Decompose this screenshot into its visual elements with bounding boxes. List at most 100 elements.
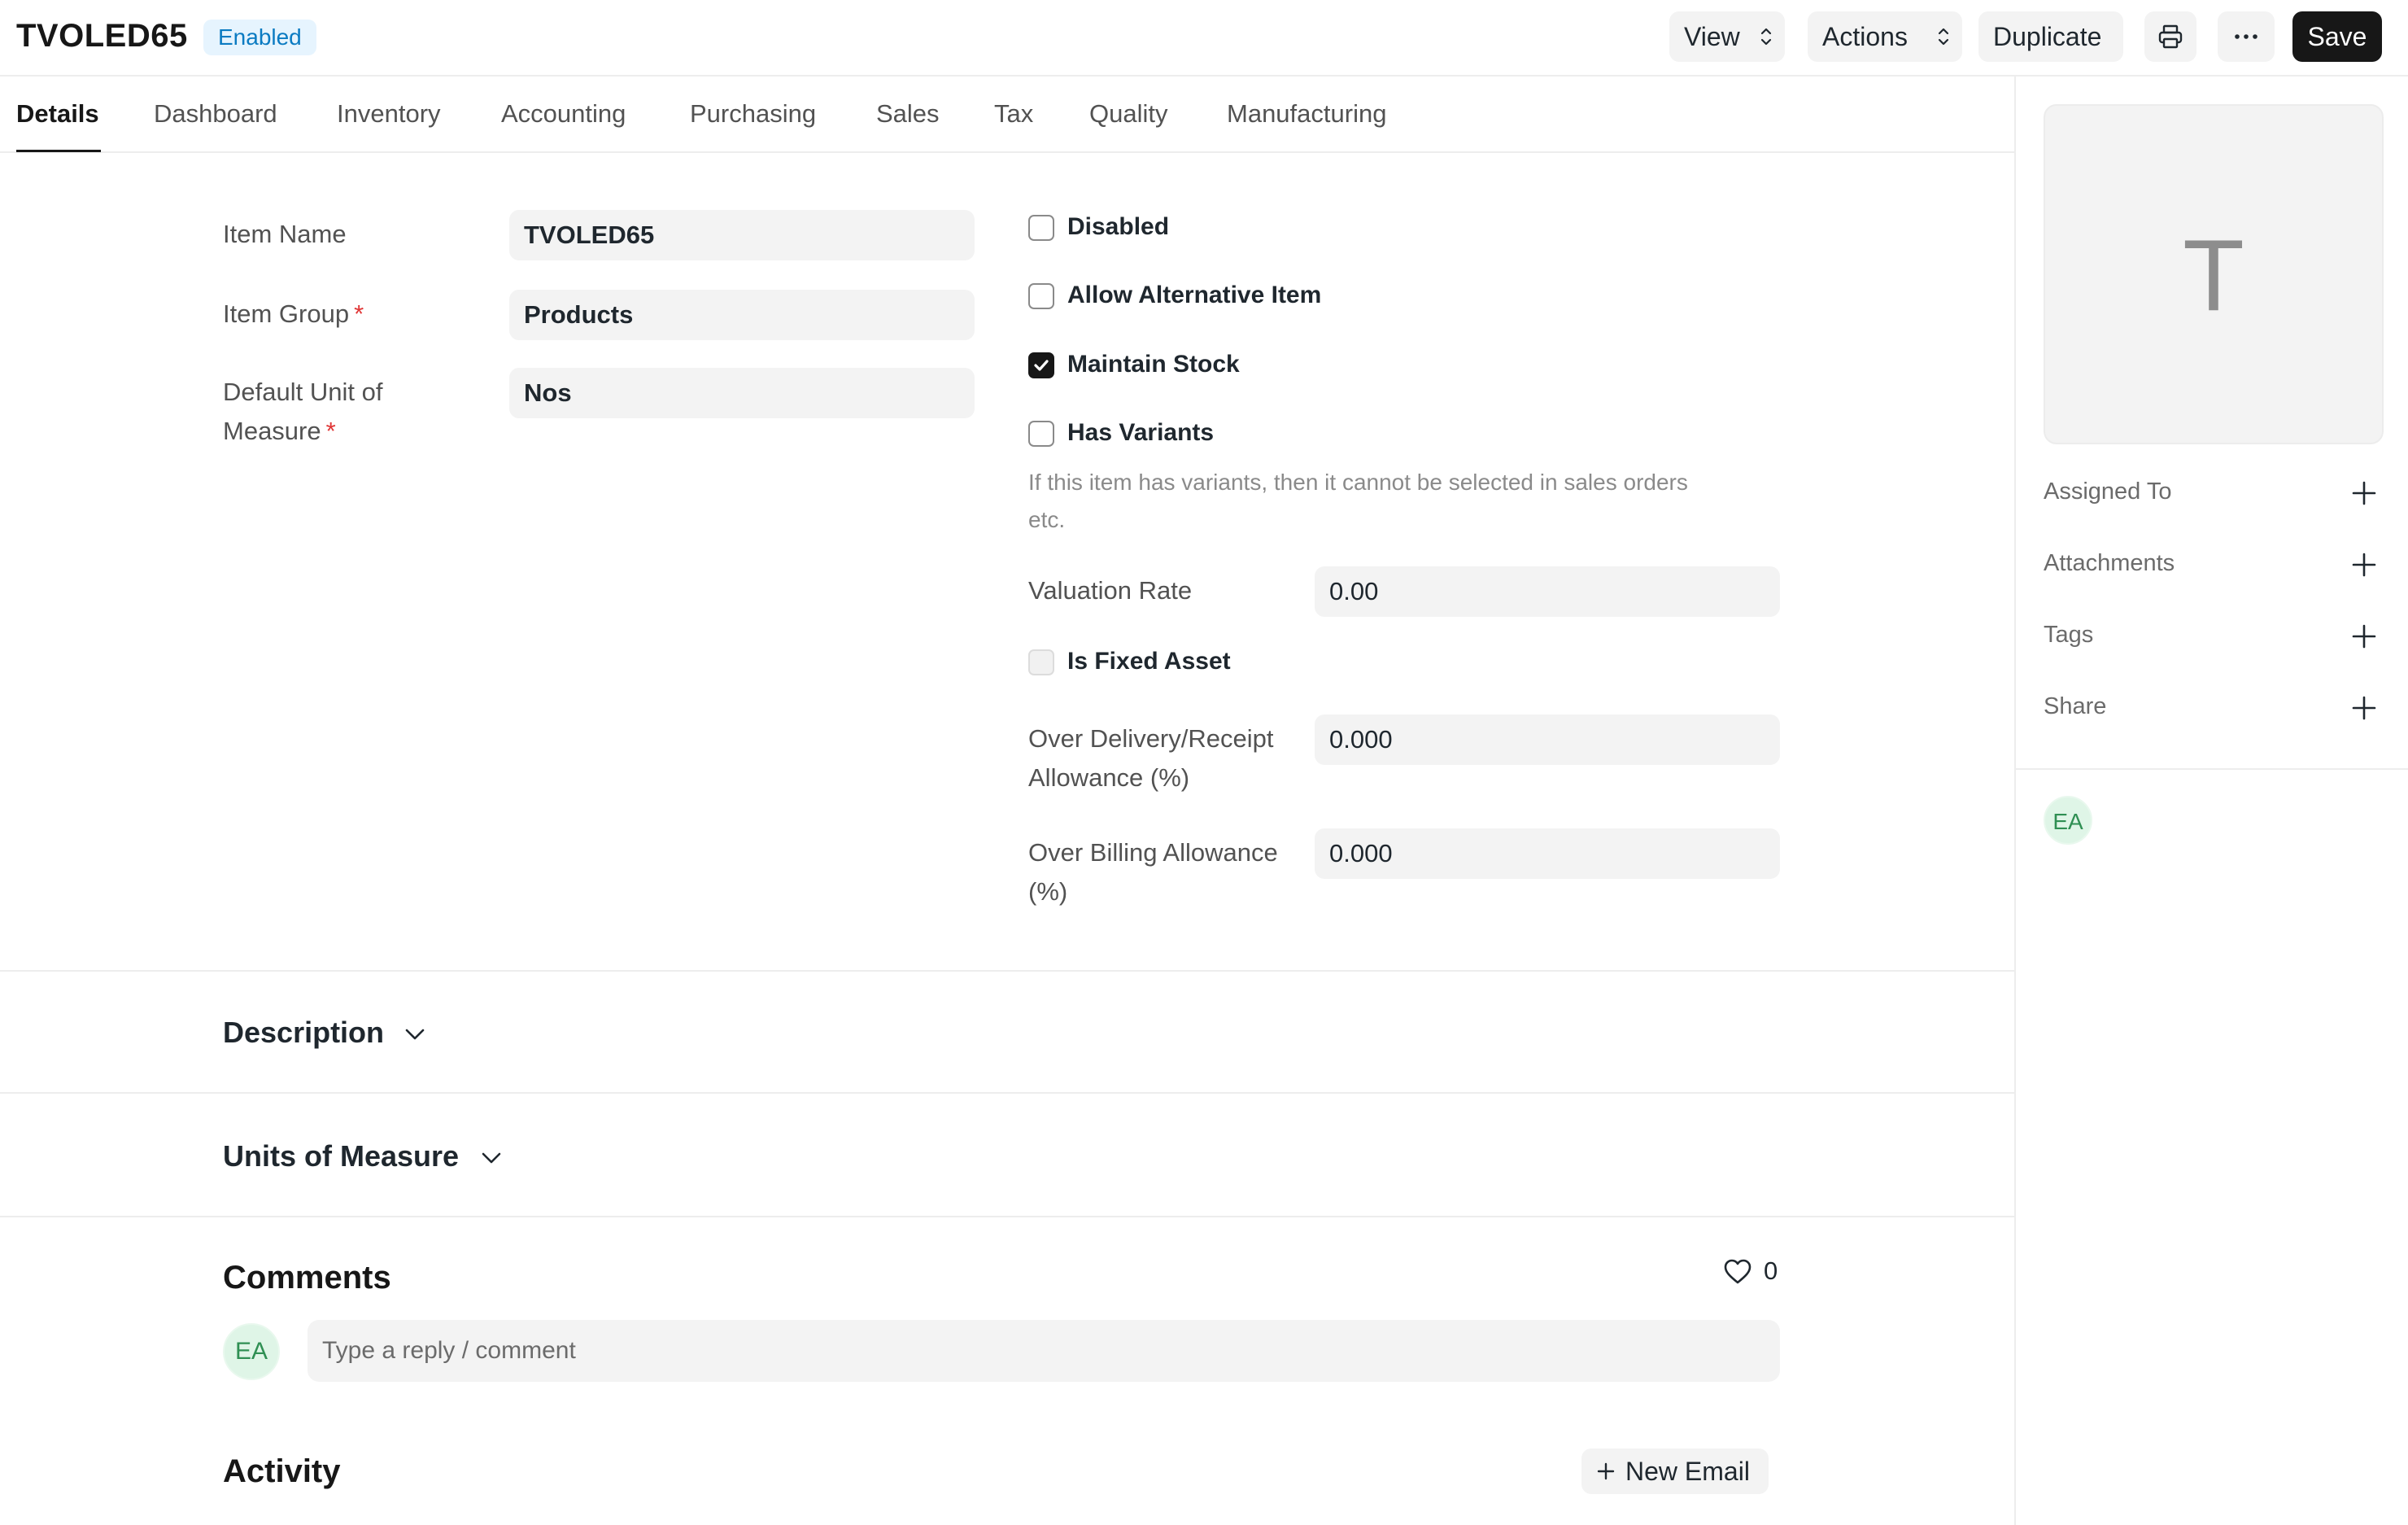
over-billing-allowance-label: Over Billing Allowance (%) xyxy=(1028,833,1278,911)
more-options-button[interactable] xyxy=(2218,11,2275,62)
maintain-stock-checkbox[interactable] xyxy=(1028,352,1054,378)
heart-icon xyxy=(1724,1259,1751,1284)
valuation-rate-label: Valuation Rate xyxy=(1028,576,1193,605)
over-billing-label-line1: Over Billing Allowance xyxy=(1028,838,1278,867)
item-image-letter: T xyxy=(2183,220,2244,332)
over-delivery-allowance-input[interactable]: 0.000 xyxy=(1315,714,1780,765)
has-variants-checkbox[interactable] xyxy=(1028,421,1054,447)
plus-icon xyxy=(1597,1462,1615,1480)
avatar: EA xyxy=(223,1323,280,1380)
plus-icon[interactable] xyxy=(2351,695,2377,721)
default-uom-input[interactable]: Nos xyxy=(509,368,975,418)
uom-label-line2: Measure xyxy=(223,417,321,445)
item-group-label: Item Group * xyxy=(223,295,364,334)
sidebar-item-label: Assigned To xyxy=(2044,478,2172,505)
item-form-page: TVOLED65 Enabled View Actions Duplicate xyxy=(0,0,2408,1525)
tab-inventory[interactable]: Inventory xyxy=(337,99,441,129)
chevron-down-icon[interactable] xyxy=(480,1151,503,1165)
sidebar-item-label: Attachments xyxy=(2044,550,2175,576)
viewer-avatar: EA xyxy=(2044,796,2092,845)
sidebar-item-label: Share xyxy=(2044,693,2107,719)
tab-accounting[interactable]: Accounting xyxy=(501,99,626,129)
sidebar-item-tags[interactable]: Tags xyxy=(2044,612,2377,661)
has-variants-label: Has Variants xyxy=(1067,419,1215,446)
item-group-label-text: Item Group xyxy=(223,299,350,328)
active-tab-indicator xyxy=(16,150,101,152)
checkmark-icon xyxy=(1034,360,1049,371)
view-button[interactable]: View xyxy=(1669,11,1785,62)
is-fixed-asset-checkbox[interactable] xyxy=(1028,649,1054,675)
new-email-label: New Email xyxy=(1625,1457,1750,1486)
tab-sales[interactable]: Sales xyxy=(876,99,940,129)
uom-label-line1: Default Unit of xyxy=(223,378,383,406)
comment-placeholder: Type a reply / comment xyxy=(322,1337,576,1364)
has-variants-help-text: If this item has variants, then it canno… xyxy=(1028,464,1777,539)
over-billing-label-line2: (%) xyxy=(1028,877,1068,906)
description-section-title: Description xyxy=(223,1016,385,1049)
form-tabs: Details Dashboard Inventory Accounting P… xyxy=(0,76,2014,153)
printer-icon xyxy=(2158,24,2183,49)
required-mark: * xyxy=(325,417,336,445)
sidebar: T Assigned To Attachments Tags Share EA xyxy=(2014,76,2408,1525)
disabled-checkbox[interactable] xyxy=(1028,215,1054,241)
sidebar-divider xyxy=(2016,768,2408,770)
chevron-down-icon[interactable] xyxy=(404,1027,426,1042)
disabled-checkbox-label: Disabled xyxy=(1067,213,1170,240)
item-name-input[interactable]: TVOLED65 xyxy=(509,210,975,260)
like-count: 0 xyxy=(1764,1256,1778,1285)
item-group-input[interactable]: Products xyxy=(509,290,975,340)
activity-title: Activity xyxy=(223,1453,341,1489)
plus-icon[interactable] xyxy=(2351,623,2377,649)
status-badge: Enabled xyxy=(203,20,316,55)
help-line-2: etc. xyxy=(1028,507,1066,532)
sidebar-item-attachments[interactable]: Attachments xyxy=(2044,540,2377,589)
over-delivery-allowance-label: Over Delivery/Receipt Allowance (%) xyxy=(1028,719,1273,797)
section-divider xyxy=(0,1216,2014,1217)
updown-chevron-icon xyxy=(1760,28,1772,46)
comments-title: Comments xyxy=(223,1260,391,1296)
more-horizontal-icon xyxy=(2235,34,2258,39)
sidebar-item-share[interactable]: Share xyxy=(2044,684,2377,732)
tab-tax[interactable]: Tax xyxy=(994,99,1033,129)
actions-button[interactable]: Actions xyxy=(1808,11,1962,62)
item-name-label-text: Item Name xyxy=(223,220,347,248)
plus-icon[interactable] xyxy=(2351,552,2377,578)
view-button-label: View xyxy=(1684,22,1740,51)
valuation-rate-input[interactable]: 0.00 xyxy=(1315,566,1780,617)
units-of-measure-section-toggle[interactable]: Units of Measure xyxy=(223,1139,459,1173)
save-button[interactable]: Save xyxy=(2292,11,2382,62)
description-section-toggle[interactable]: Description xyxy=(223,1016,384,1050)
tab-dashboard[interactable]: Dashboard xyxy=(154,99,277,129)
tab-quality[interactable]: Quality xyxy=(1089,99,1167,129)
tab-details[interactable]: Details xyxy=(16,99,99,129)
uom-label: Default Unit of Measure * xyxy=(223,373,382,451)
page-title: TVOLED65 xyxy=(16,18,188,54)
item-image-placeholder[interactable]: T xyxy=(2044,104,2384,444)
comment-input[interactable]: Type a reply / comment xyxy=(308,1320,1780,1382)
units-of-measure-section-title: Units of Measure xyxy=(223,1139,460,1173)
over-billing-allowance-input[interactable]: 0.000 xyxy=(1315,828,1780,879)
plus-icon[interactable] xyxy=(2351,480,2377,506)
section-divider xyxy=(0,1092,2014,1094)
allow-alternative-item-label: Allow Alternative Item xyxy=(1067,282,1322,308)
sidebar-item-assigned-to[interactable]: Assigned To xyxy=(2044,469,2377,518)
required-mark: * xyxy=(354,299,364,328)
over-delivery-label-line1: Over Delivery/Receipt xyxy=(1028,724,1274,753)
new-email-button[interactable]: New Email xyxy=(1581,1449,1769,1494)
help-line-1: If this item has variants, then it canno… xyxy=(1028,470,1688,495)
allow-alternative-item-checkbox[interactable] xyxy=(1028,283,1054,309)
duplicate-button[interactable]: Duplicate xyxy=(1978,11,2123,62)
page-header: TVOLED65 Enabled View Actions Duplicate xyxy=(0,0,2408,76)
updown-chevron-icon xyxy=(1938,28,1949,46)
over-delivery-label-line2: Allowance (%) xyxy=(1028,763,1190,792)
actions-button-label: Actions xyxy=(1822,22,1908,51)
is-fixed-asset-label: Is Fixed Asset xyxy=(1067,648,1231,675)
section-divider xyxy=(0,970,2014,972)
like-button[interactable]: 0 xyxy=(1723,1256,1780,1289)
item-name-label: Item Name xyxy=(223,215,347,254)
maintain-stock-label: Maintain Stock xyxy=(1067,351,1240,378)
sidebar-item-label: Tags xyxy=(2044,622,2094,648)
print-button[interactable] xyxy=(2144,11,2196,62)
tab-purchasing[interactable]: Purchasing xyxy=(690,99,816,129)
tab-manufacturing[interactable]: Manufacturing xyxy=(1227,99,1386,129)
